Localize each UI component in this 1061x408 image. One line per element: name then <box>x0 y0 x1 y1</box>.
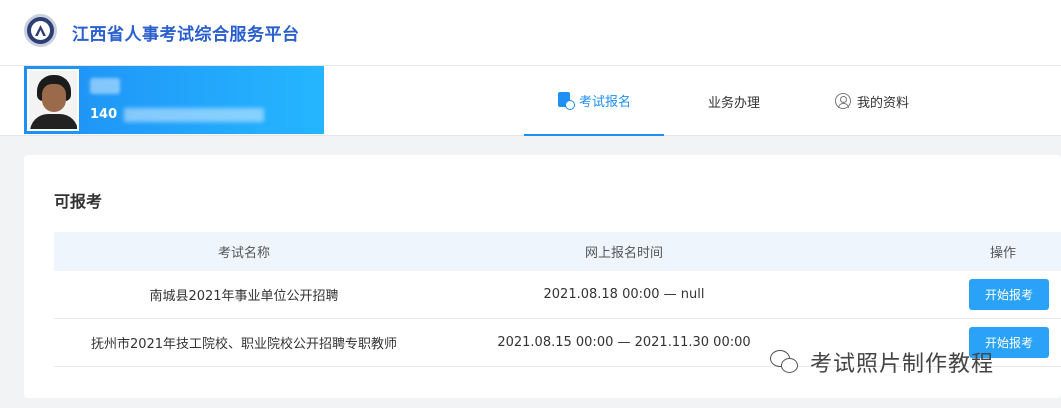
user-profile-card: 140 <box>24 66 324 134</box>
tab-label: 考试报名 <box>578 94 631 110</box>
tab-exam-registration[interactable]: 考试报名 <box>524 66 664 136</box>
tab-my-profile[interactable]: 我的资料 <box>822 66 922 136</box>
start-registration-button[interactable]: 开始报考 <box>969 278 1049 310</box>
table-row: 南城县2021年事业单位公开招聘 2021.08.18 00:00 — null… <box>54 271 1061 319</box>
avatar <box>27 69 79 131</box>
site-logo-icon[interactable] <box>24 14 57 47</box>
table-header: 考试名称 网上报名时间 操作 <box>54 232 1061 271</box>
watermark-text: 考试照片制作教程 <box>810 352 995 377</box>
tab-label: 我的资料 <box>856 95 909 111</box>
top-header: 江西省人事考试综合服务平台 <box>0 0 1061 66</box>
registration-time: 2021.08.15 00:00 — 2021.11.30 00:00 <box>497 335 751 350</box>
tab-business[interactable]: 业务办理 <box>684 66 784 136</box>
nav-band: 140 考试报名 业务办理 我的资料 <box>0 66 1061 136</box>
site-title[interactable]: 江西省人事考试综合服务平台 <box>72 20 300 45</box>
user-id: 140 <box>90 107 118 122</box>
wechat-icon <box>770 349 800 375</box>
user-icon <box>834 93 851 109</box>
column-header-registration-time: 网上报名时间 <box>584 246 663 261</box>
tab-label: 业务办理 <box>707 95 760 111</box>
exam-name: 抚州市2021年技工院校、职业院校公开招聘专职教师 <box>90 337 398 352</box>
document-icon <box>557 92 575 110</box>
section-title: 可报考 <box>54 192 103 211</box>
registration-time: 2021.08.18 00:00 — null <box>543 287 705 302</box>
user-name-redacted <box>90 78 120 94</box>
column-header-action: 操作 <box>990 246 1017 261</box>
exam-name: 南城县2021年事业单位公开招聘 <box>149 289 339 304</box>
user-id-redaction <box>124 108 264 122</box>
watermark: 考试照片制作教程 <box>770 346 994 378</box>
column-header-exam-name: 考试名称 <box>217 246 270 261</box>
